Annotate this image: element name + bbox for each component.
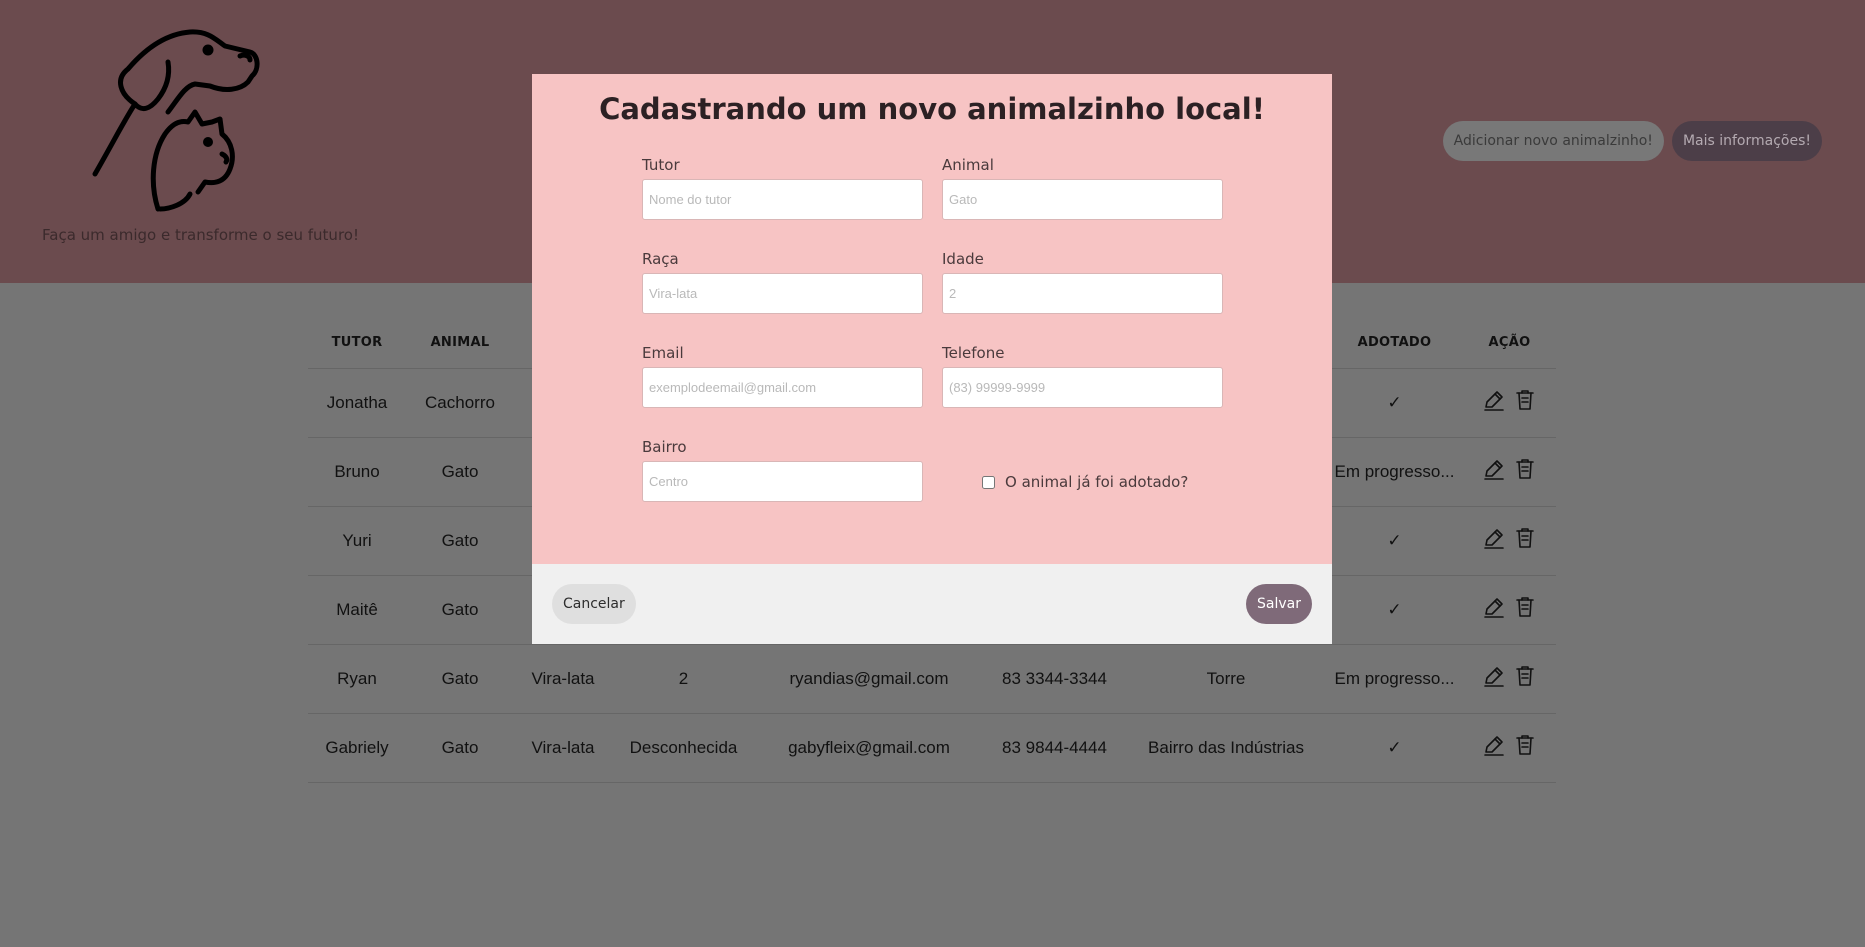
telefone-label: Telefone xyxy=(942,344,1005,362)
add-new-animal-button[interactable]: Adicionar novo animalzinho! xyxy=(1442,121,1664,161)
cell-adotado: ✓ xyxy=(1326,506,1463,576)
cell-animal: Gato xyxy=(406,437,514,507)
email-field: Email xyxy=(642,344,923,408)
tutor-field: Tutor xyxy=(642,156,923,220)
cell-adotado: ✓ xyxy=(1326,368,1463,438)
cell-telefone: 83 9844-4444 xyxy=(983,713,1126,783)
cancel-button[interactable]: Cancelar xyxy=(552,584,636,624)
raca-field: Raça xyxy=(642,250,923,314)
bairro-input[interactable] xyxy=(642,461,923,502)
cell-animal: Gato xyxy=(406,713,514,783)
column-header-adotado: ADOTADO xyxy=(1326,318,1463,369)
trash-icon[interactable] xyxy=(1513,526,1537,555)
dog-and-cat-logo-icon xyxy=(92,29,260,212)
cell-bairro: Bairro das Indústrias xyxy=(1126,713,1326,783)
table-row: Gabriely Gato Vira-lata Desconhecida gabyfle… xyxy=(308,713,1556,783)
tutor-input[interactable] xyxy=(642,179,923,220)
email-input[interactable] xyxy=(642,367,923,408)
bairro-field: Bairro xyxy=(642,438,923,502)
modal-title: Cadastrando um novo animalzinho local! xyxy=(599,92,1265,126)
animal-field: Animal xyxy=(942,156,1223,220)
row-actions xyxy=(1482,457,1537,486)
cell-raca: Vira-lata xyxy=(514,713,612,783)
telefone-field: Telefone xyxy=(942,344,1223,408)
column-header-tutor: TUTOR xyxy=(308,318,406,369)
trash-icon[interactable] xyxy=(1513,733,1537,762)
idade-field: Idade xyxy=(942,250,1223,314)
pencil-icon[interactable] xyxy=(1482,526,1506,555)
adopted-checkbox-label: O animal já foi adotado? xyxy=(1005,473,1189,491)
pencil-icon[interactable] xyxy=(1482,595,1506,624)
cell-acao xyxy=(1463,506,1556,576)
pencil-icon[interactable] xyxy=(1482,733,1506,762)
cell-acao xyxy=(1463,713,1556,783)
tutor-label: Tutor xyxy=(642,156,680,174)
cell-acao xyxy=(1463,644,1556,714)
row-actions xyxy=(1482,526,1537,555)
column-header-acao: AÇÃO xyxy=(1463,318,1556,369)
cell-tutor: Bruno xyxy=(308,437,406,507)
raca-input[interactable] xyxy=(642,273,923,314)
animal-input[interactable] xyxy=(942,179,1223,220)
raca-label: Raça xyxy=(642,250,679,268)
table-row: Ryan Gato Vira-lata 2 ryandias@gmail.com 83 3… xyxy=(308,644,1556,714)
cell-tutor: Yuri xyxy=(308,506,406,576)
slogan: Faça um amigo e transforme o seu futuro! xyxy=(42,226,359,244)
cell-tutor: Maitê xyxy=(308,575,406,645)
telefone-input[interactable] xyxy=(942,367,1223,408)
cell-telefone: 83 3344-3344 xyxy=(983,644,1126,714)
cell-email: gabyfleix@gmail.com xyxy=(755,713,983,783)
cell-adotado: ✓ xyxy=(1326,713,1463,783)
cell-animal: Gato xyxy=(406,575,514,645)
trash-icon[interactable] xyxy=(1513,664,1537,693)
animal-label: Animal xyxy=(942,156,994,174)
cell-adotado: Em progresso... xyxy=(1326,437,1463,507)
cell-animal: Cachorro xyxy=(406,368,514,438)
cell-idade: 2 xyxy=(612,644,755,714)
header-buttons: Adicionar novo animalzinho! Mais informa… xyxy=(1442,121,1822,161)
cell-raca: Vira-lata xyxy=(514,644,612,714)
bairro-label: Bairro xyxy=(642,438,687,456)
cell-animal: Gato xyxy=(406,644,514,714)
column-header-animal: ANIMAL xyxy=(406,318,514,369)
pencil-icon[interactable] xyxy=(1482,664,1506,693)
idade-label: Idade xyxy=(942,250,984,268)
trash-icon[interactable] xyxy=(1513,388,1537,417)
cell-idade: Desconhecida xyxy=(612,713,755,783)
cell-adotado: Em progresso... xyxy=(1326,644,1463,714)
more-info-button[interactable]: Mais informações! xyxy=(1671,121,1822,161)
save-button[interactable]: Salvar xyxy=(1246,584,1312,624)
cell-bairro: Torre xyxy=(1126,644,1326,714)
row-actions xyxy=(1482,733,1537,762)
adopted-checkbox-row[interactable]: O animal já foi adotado? xyxy=(982,473,1188,491)
adopted-checkbox[interactable] xyxy=(982,475,995,489)
cell-acao xyxy=(1463,575,1556,645)
row-actions xyxy=(1482,664,1537,693)
new-animal-modal: Cadastrando um novo animalzinho local! T… xyxy=(532,74,1332,644)
cell-acao xyxy=(1463,437,1556,507)
idade-input[interactable] xyxy=(942,273,1223,314)
modal-footer: Cancelar Salvar xyxy=(532,564,1332,644)
cell-animal: Gato xyxy=(406,506,514,576)
pencil-icon[interactable] xyxy=(1482,457,1506,486)
row-actions xyxy=(1482,595,1537,624)
row-actions xyxy=(1482,388,1537,417)
cell-email: ryandias@gmail.com xyxy=(755,644,983,714)
pencil-icon[interactable] xyxy=(1482,388,1506,417)
cell-tutor: Gabriely xyxy=(308,713,406,783)
cell-tutor: Ryan xyxy=(308,644,406,714)
email-label: Email xyxy=(642,344,684,362)
trash-icon[interactable] xyxy=(1513,595,1537,624)
cell-adotado: ✓ xyxy=(1326,575,1463,645)
cell-acao xyxy=(1463,368,1556,438)
trash-icon[interactable] xyxy=(1513,457,1537,486)
cell-tutor: Jonatha xyxy=(308,368,406,438)
